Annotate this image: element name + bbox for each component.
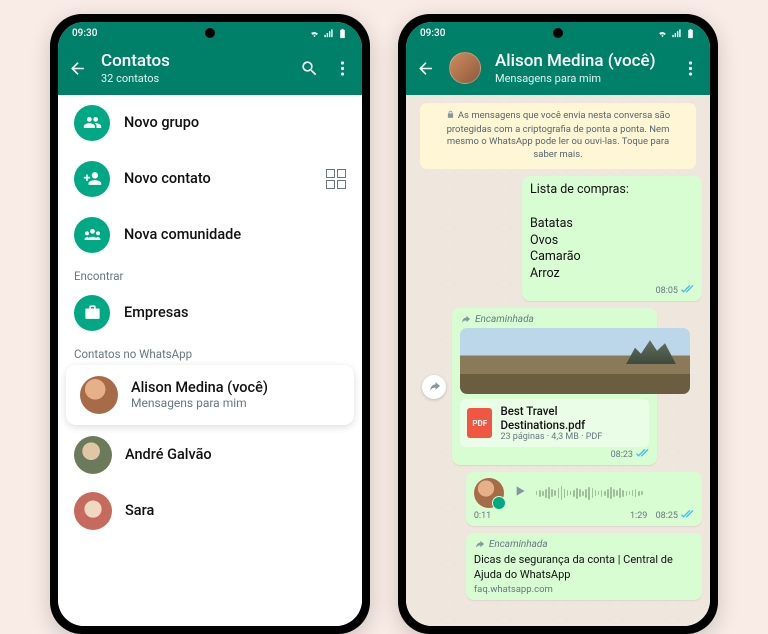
group-icon xyxy=(74,105,110,141)
search-icon xyxy=(300,59,319,78)
avatar xyxy=(80,376,118,414)
contact-sub: Mensagens para mim xyxy=(131,396,268,410)
forward-icon xyxy=(428,380,441,393)
pdf-attachment[interactable]: PDF Best Travel Destinations.pdf 23 pági… xyxy=(460,399,649,447)
forwarded-label: Encaminhada xyxy=(460,314,649,325)
phone-contacts: 09:30 Contatos 32 contatos xyxy=(50,14,370,634)
file-details: 23 páginas · 4,3 MB · PDF xyxy=(500,432,642,442)
new-community-row[interactable]: Nova comunidade xyxy=(58,207,362,263)
wifi-icon xyxy=(309,28,320,39)
forward-small-icon xyxy=(474,539,485,550)
back-button[interactable] xyxy=(416,59,435,78)
more-button[interactable] xyxy=(681,59,700,78)
message-text[interactable]: Lista de compras: Batatas Ovos Camarão A… xyxy=(522,176,702,301)
encryption-notice[interactable]: As mensagens que você envia nesta conver… xyxy=(420,103,696,169)
message-body: Lista de compras: Batatas Ovos Camarão A… xyxy=(530,182,694,283)
message-time: 08:25 xyxy=(656,511,678,521)
qr-icon xyxy=(326,169,346,189)
businesses-label: Empresas xyxy=(124,304,188,321)
chat-avatar xyxy=(449,52,481,84)
message-link[interactable]: Encaminhada Dicas de segurança da conta … xyxy=(466,533,702,600)
qr-button[interactable] xyxy=(326,169,346,189)
header-title: Contatos xyxy=(101,52,286,72)
read-ticks-icon xyxy=(636,449,649,461)
contacts-section-label: Contatos no WhatsApp xyxy=(58,341,362,363)
back-button[interactable] xyxy=(68,59,87,78)
attachment-image[interactable] xyxy=(460,328,690,394)
lock-icon xyxy=(446,110,455,124)
contact-self[interactable]: Alison Medina (você) Mensagens para mim xyxy=(66,365,354,425)
new-group-label: Novo grupo xyxy=(124,114,199,131)
link-host: faq.whatsapp.com xyxy=(474,584,694,596)
phone-chat: 09:30 Alison Medina (você) Mensagens par… xyxy=(398,14,718,634)
status-time: 09:30 xyxy=(72,28,97,39)
read-ticks-icon xyxy=(681,285,694,297)
forward-button[interactable] xyxy=(422,375,446,399)
link-title: Dicas de segurança da conta | Central de… xyxy=(474,553,694,582)
camera-notch xyxy=(205,28,215,38)
contact-name: Alison Medina (você) xyxy=(131,379,268,396)
encryption-text: As mensagens que você envia nesta conver… xyxy=(447,110,671,160)
add-contact-icon xyxy=(74,161,110,197)
community-icon xyxy=(74,217,110,253)
file-name: Best Travel Destinations.pdf xyxy=(500,404,642,432)
search-button[interactable] xyxy=(300,59,319,78)
status-icons xyxy=(309,28,348,39)
voice-elapsed: 0:11 xyxy=(474,511,491,521)
voice-total: 1:29 xyxy=(630,511,647,521)
more-button[interactable] xyxy=(333,59,352,78)
contacts-list: Novo grupo Novo contato Nova comunidade … xyxy=(58,95,362,626)
avatar xyxy=(74,492,112,530)
avatar xyxy=(74,436,112,474)
play-icon xyxy=(512,483,528,499)
business-icon xyxy=(74,295,110,331)
waveform[interactable] xyxy=(536,484,710,502)
header-subtitle: 32 contatos xyxy=(101,72,286,85)
more-vert-icon xyxy=(333,59,352,78)
more-vert-icon xyxy=(681,59,700,78)
new-contact-row[interactable]: Novo contato xyxy=(58,151,362,207)
new-contact-label: Novo contato xyxy=(124,170,211,187)
chat-subtitle: Mensagens para mim xyxy=(495,72,667,85)
message-voice[interactable]: 0:11 1:29 08:25 xyxy=(466,472,702,526)
forwarded-label: Encaminhada xyxy=(474,539,694,550)
signal-icon xyxy=(671,28,682,39)
new-group-row[interactable]: Novo grupo xyxy=(58,95,362,151)
chat-body[interactable]: As mensagens que você envia nesta conver… xyxy=(406,95,710,626)
contact-name: André Galvão xyxy=(125,446,212,463)
forward-small-icon xyxy=(460,314,471,325)
contact-row[interactable]: Sara xyxy=(58,483,362,539)
new-community-label: Nova comunidade xyxy=(124,226,241,243)
battery-icon xyxy=(685,28,696,39)
chat-header[interactable]: Alison Medina (você) Mensagens para mim xyxy=(406,44,710,95)
play-button[interactable] xyxy=(512,483,528,503)
signal-icon xyxy=(323,28,334,39)
status-icons xyxy=(657,28,696,39)
contact-name: Sara xyxy=(125,502,154,519)
status-time: 09:30 xyxy=(420,28,445,39)
pdf-icon: PDF xyxy=(467,408,492,438)
wifi-icon xyxy=(657,28,668,39)
read-ticks-icon xyxy=(681,510,694,522)
chat-title: Alison Medina (você) xyxy=(495,52,667,72)
voice-avatar xyxy=(474,478,504,508)
contact-row[interactable]: André Galvão xyxy=(58,427,362,483)
camera-notch xyxy=(553,28,563,38)
find-section-label: Encontrar xyxy=(58,263,362,285)
battery-icon xyxy=(337,28,348,39)
message-time: 08:23 xyxy=(611,450,633,460)
message-time: 08:05 xyxy=(656,286,678,296)
businesses-row[interactable]: Empresas xyxy=(58,285,362,341)
message-attachment[interactable]: Encaminhada PDF Best Travel Destinations… xyxy=(452,308,657,465)
contacts-header: Contatos 32 contatos xyxy=(58,44,362,95)
